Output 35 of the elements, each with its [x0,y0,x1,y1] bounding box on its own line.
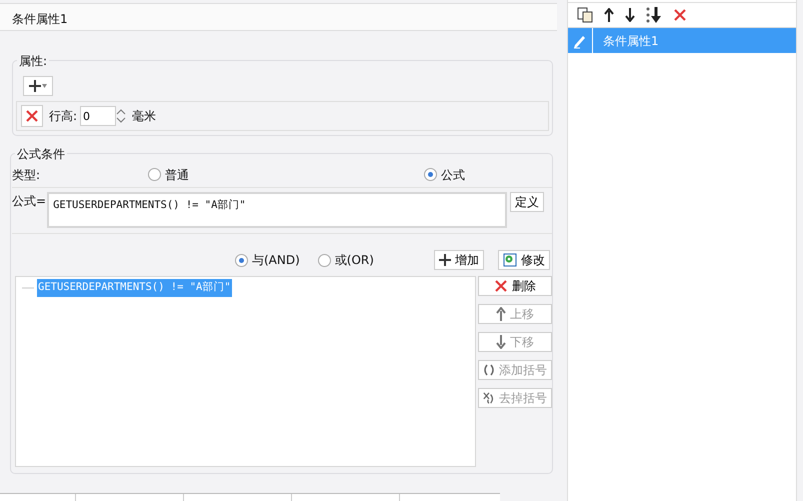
stepper-arrows-icon [116,108,126,124]
plus-icon [29,80,41,92]
radio-option[interactable]: 与(AND) [235,251,300,269]
delete-button[interactable] [21,105,43,127]
parentheses-icon [483,364,495,376]
row-height-label: 行高: [49,108,78,125]
edit-button[interactable]: 修改 [498,250,550,270]
tree-line-icon [22,286,34,289]
radio-option[interactable]: 或(OR) [318,251,374,269]
close-icon [25,109,39,123]
add-button[interactable]: 增加 [434,250,484,270]
caret-icon [42,84,47,88]
formula-field[interactable]: GETUSERDEPARTMENTS() != "A部门" [47,192,508,228]
radio-option[interactable]: 普通 [148,166,190,184]
plus-icon [439,254,451,266]
group-legend: 属性: [17,52,50,70]
type-label: 类型: [12,166,40,184]
close-icon [494,279,508,293]
group-legend: 公式条件 [15,145,67,163]
arrow-up-icon [496,307,506,321]
number-field[interactable]: 0 [80,106,116,126]
close-icon[interactable] [673,8,687,22]
arrow-down-icon [496,335,506,349]
arrow-down-icon[interactable] [625,8,635,22]
add-button[interactable] [23,76,53,96]
move-to-bottom-icon[interactable] [646,7,662,23]
unit-label: 毫米 [132,108,156,125]
action-button[interactable]: 删除 [478,276,552,296]
copy-icon[interactable] [577,7,593,23]
parentheses-icon [483,391,495,405]
panel-title: 条件属性1 [0,3,557,31]
radio-option[interactable]: 公式 [424,166,466,184]
define-button[interactable]: 定义 [510,192,544,212]
arrow-up-icon[interactable] [604,8,614,22]
formula-label: 公式= [12,193,46,210]
